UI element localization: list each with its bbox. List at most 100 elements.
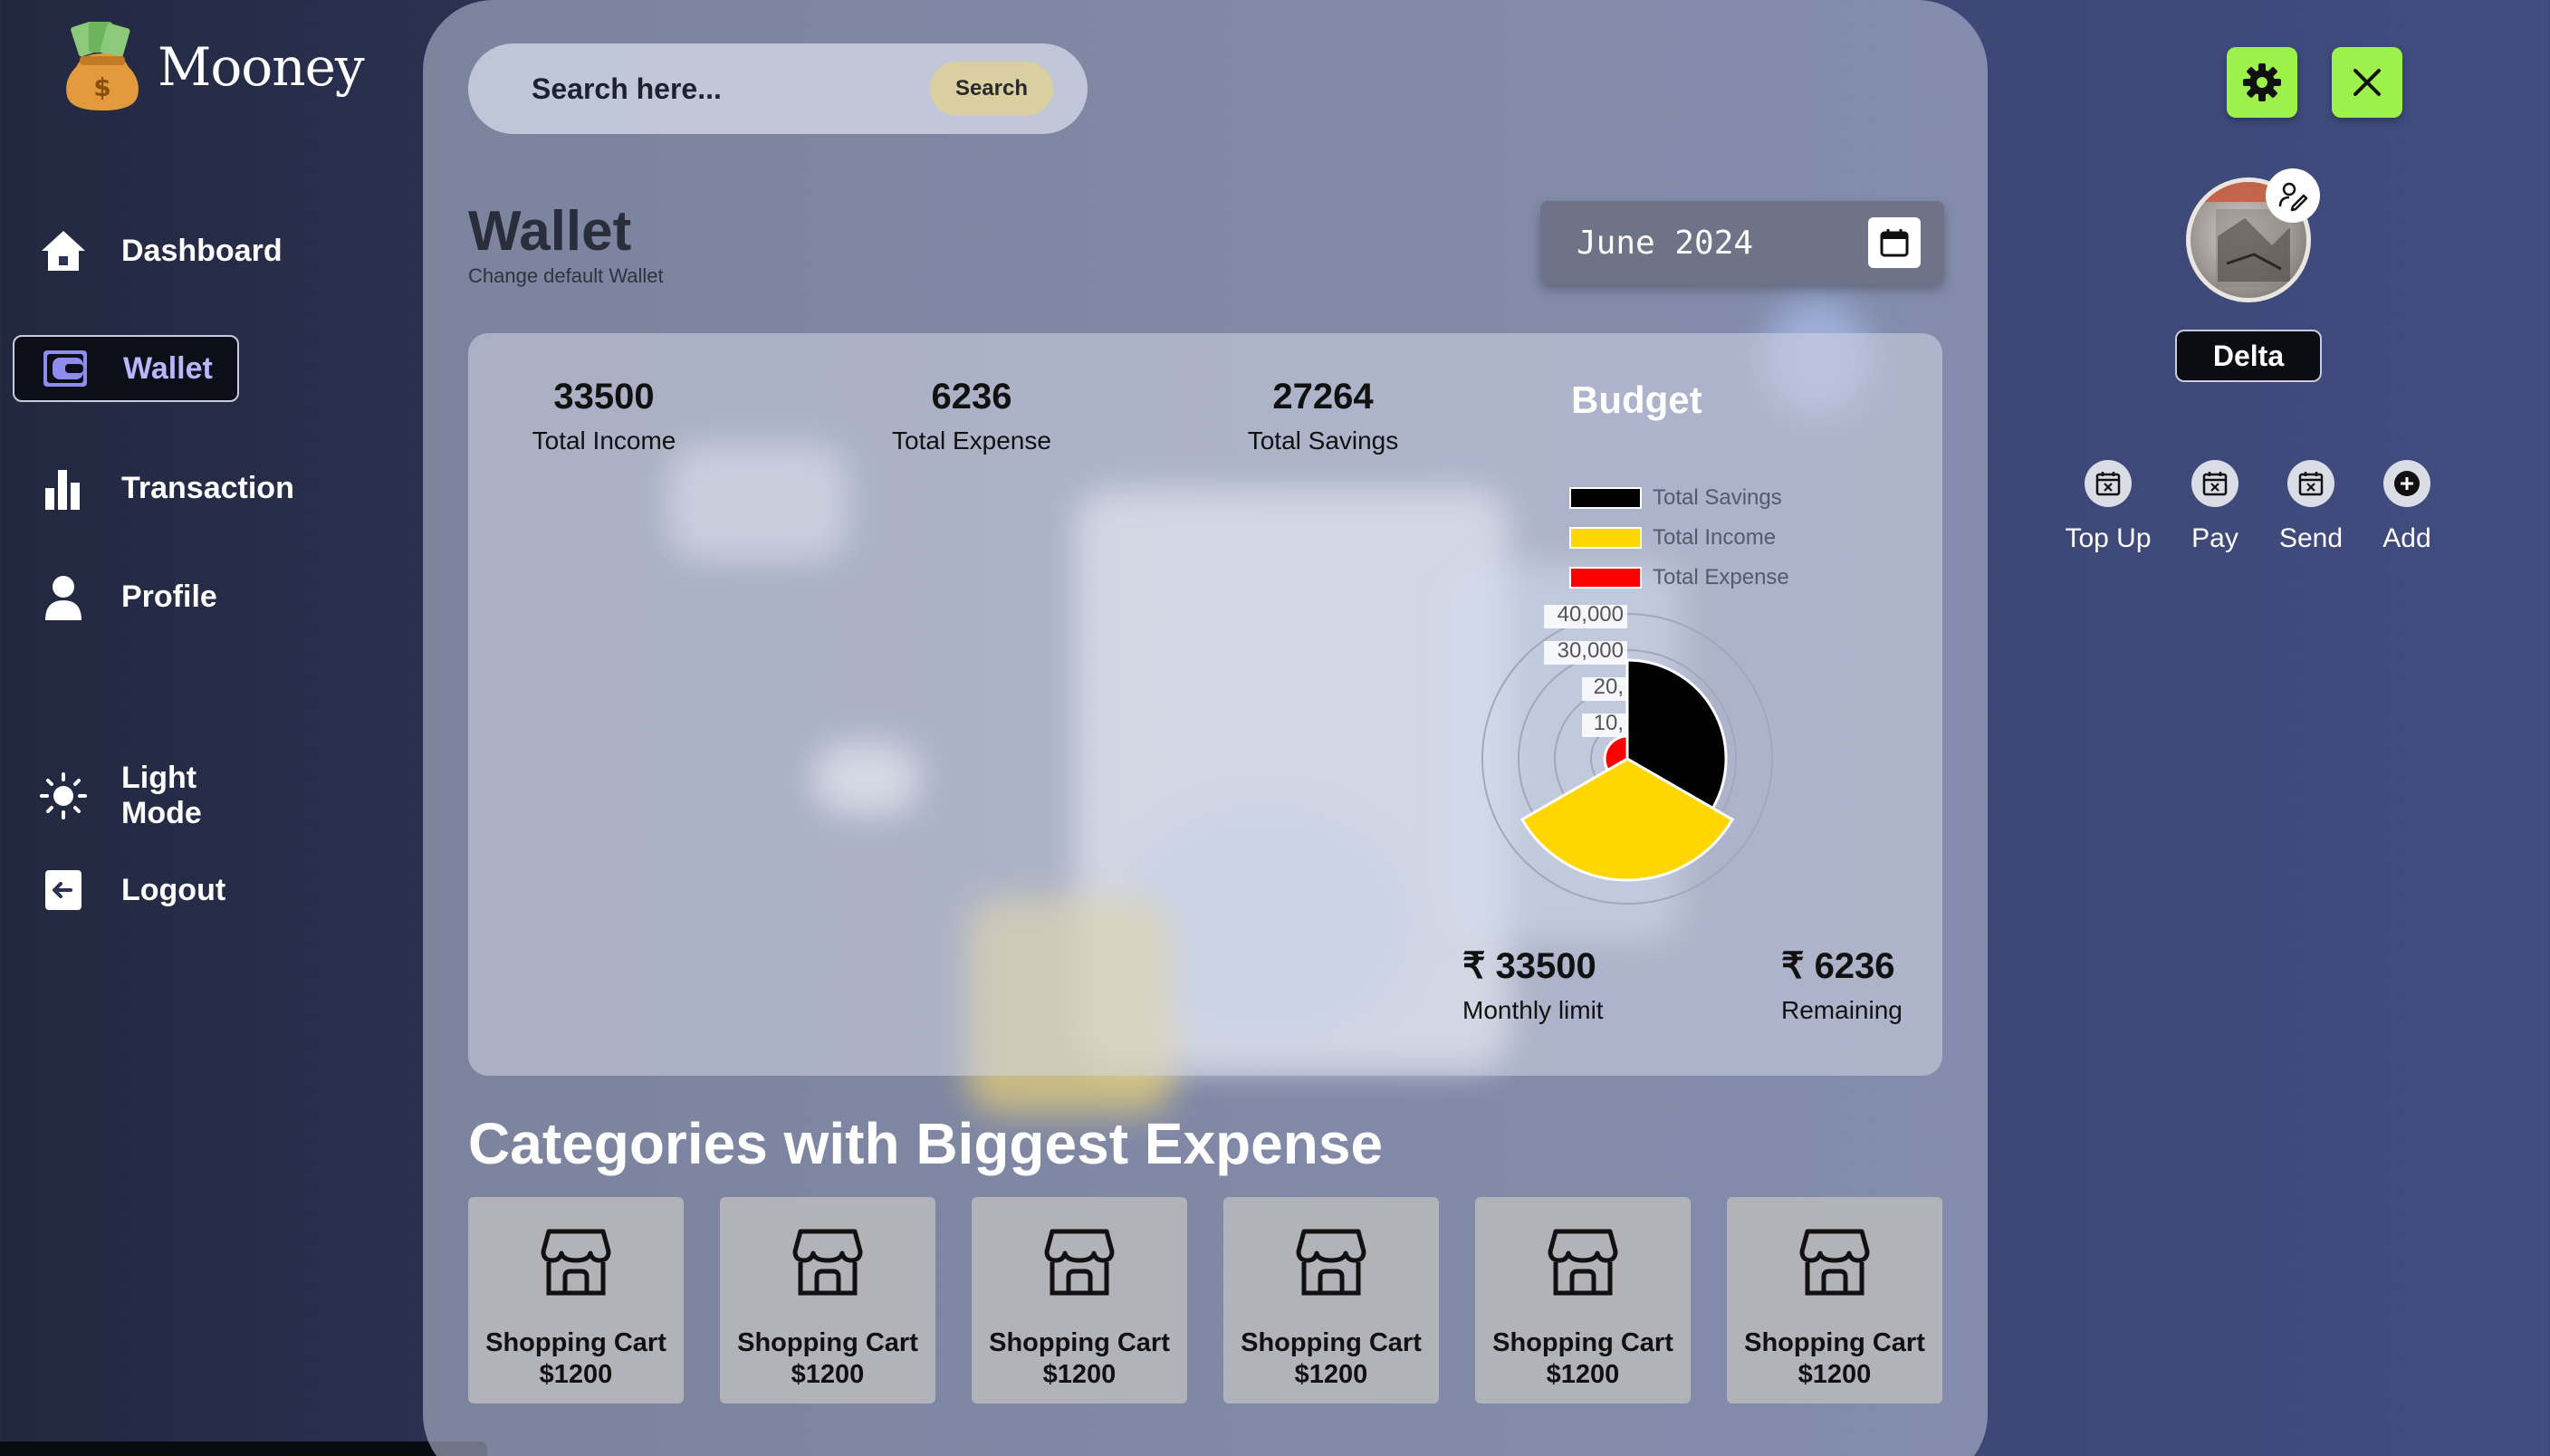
search-input[interactable]: Search here... [532,72,930,106]
quick-action-pay[interactable]: Pay [2161,460,2269,554]
svg-text:$: $ [93,72,110,102]
monthly-limit-label: Monthly limit [1462,996,1604,1024]
edit-avatar-button[interactable] [2266,168,2320,223]
category-name: Shopping Cart [989,1328,1170,1357]
quick-action-label: Add [2382,523,2431,553]
sun-icon [40,772,87,819]
settings-button[interactable] [2227,47,2297,118]
page-title: Wallet [468,200,632,263]
close-button[interactable] [2332,47,2402,118]
home-icon [40,227,87,274]
stat-label: Total Expense [892,426,1051,455]
sidebar-item-label: Profile [121,579,217,614]
legend-label: Total Savings [1653,485,1782,510]
category-name: Shopping Cart [1492,1328,1673,1357]
remaining-value: ₹ 6236 [1781,946,1895,986]
stat-value: 33500 [553,377,655,417]
legend-item-savings[interactable]: Total Savings [1569,478,1789,518]
category-amount: $1200 [1546,1360,1620,1389]
category-card[interactable]: Shopping Cart $1200 [1475,1197,1691,1403]
chart-tick-label: 30,000 [1558,638,1624,663]
change-wallet-link[interactable]: Change default Wallet [468,264,664,288]
legend-swatch [1569,487,1642,509]
legend-swatch [1569,567,1642,589]
wallet-summary-card: 33500 Total Income 6236 Total Expense 27… [468,333,1942,1076]
category-name: Shopping Cart [485,1328,666,1357]
sidebar-item-label: Wallet [123,350,213,386]
sidebar-item-transaction[interactable]: Transaction [13,455,294,522]
legend-label: Total Income [1653,525,1777,550]
categories-title: Categories with Biggest Expense [468,1111,1384,1176]
wallet-icon [42,345,89,392]
legend-label: Total Expense [1653,565,1789,589]
logout-icon [40,867,87,914]
store-icon [1296,1229,1366,1296]
sidebar-item-logout[interactable]: Logout [13,857,239,924]
store-icon [1044,1229,1115,1296]
month-picker-value: June 2024 [1577,224,1754,262]
calendar-x-icon [2287,460,2334,507]
store-icon [1548,1229,1618,1296]
category-card[interactable]: Shopping Cart $1200 [972,1197,1187,1403]
stat-value: 27264 [1272,377,1374,417]
stat-label: Total Income [532,426,676,455]
category-name: Shopping Cart [737,1328,918,1357]
category-name: Shopping Cart [1744,1328,1925,1357]
category-amount: $1200 [1042,1360,1117,1389]
main-panel: Search here... Search Wallet Change defa… [423,0,1988,1456]
user-icon [40,573,87,620]
quick-action-top-up[interactable]: Top Up [2054,460,2162,554]
sidebar-item-light-mode[interactable]: Light Mode [13,761,239,830]
chart-tick-label: 40,000 [1558,602,1624,627]
store-icon [541,1229,611,1296]
sidebar-item-profile[interactable]: Profile [13,563,239,630]
category-amount: $1200 [1294,1360,1368,1389]
stat-value: 6236 [931,377,1012,417]
monthly-limit: ₹ 33500 Monthly limit [1462,945,1604,1025]
stat-total-expense: 6236 Total Expense [863,377,1080,455]
quick-action-label: Top Up [2065,523,2152,553]
category-amount: $1200 [791,1360,865,1389]
store-icon [792,1229,863,1296]
quick-action-label: Pay [2191,523,2238,553]
close-icon [2353,69,2381,96]
money-bag-icon: $ [66,22,139,110]
stat-total-income: 33500 Total Income [513,377,695,455]
calendar-icon[interactable] [1868,217,1921,268]
calendar-x-icon [2085,460,2132,507]
category-card[interactable]: Shopping Cart $1200 [468,1197,684,1403]
app-logo[interactable]: $ Mooney [62,22,365,112]
month-picker[interactable]: June 2024 [1540,201,1944,284]
legend-item-income[interactable]: Total Income [1569,518,1789,558]
legend-swatch [1569,527,1642,549]
category-name: Shopping Cart [1241,1328,1422,1357]
quick-action-add[interactable]: Add [2353,460,2461,554]
chart-legend: Total Savings Total Income Total Expense [1569,478,1789,598]
remaining-label: Remaining [1781,996,1903,1024]
category-card[interactable]: Shopping Cart $1200 [1727,1197,1942,1403]
calendar-x-icon [2191,460,2238,507]
plus-circle-icon [2383,460,2430,507]
search-bar[interactable]: Search here... Search [468,43,1088,134]
search-button[interactable]: Search [929,62,1053,116]
bar-chart-icon [40,465,87,512]
chart-tick-label: 20, [1594,675,1624,699]
gear-icon [2243,63,2281,101]
quick-action-send[interactable]: Send [2257,460,2365,554]
sidebar-item-dashboard[interactable]: Dashboard [13,217,283,284]
app-name: Mooney [158,36,365,98]
stat-total-savings: 27264 Total Savings [1214,377,1432,455]
monthly-limit-value: ₹ 33500 [1462,946,1596,986]
category-amount: $1200 [539,1360,613,1389]
category-amount: $1200 [1797,1360,1872,1389]
sidebar-item-label: Dashboard [121,233,283,268]
legend-item-expense[interactable]: Total Expense [1569,558,1789,598]
sidebar-item-wallet[interactable]: Wallet [13,335,239,402]
username-badge[interactable]: Delta [2175,330,2322,382]
sidebar-item-label: Transaction [121,470,294,505]
sidebar-item-label: Logout [121,872,226,907]
category-card[interactable]: Shopping Cart $1200 [1223,1197,1439,1403]
edit-profile-icon [2278,182,2308,212]
category-card[interactable]: Shopping Cart $1200 [720,1197,935,1403]
quick-action-label: Send [2278,523,2344,553]
